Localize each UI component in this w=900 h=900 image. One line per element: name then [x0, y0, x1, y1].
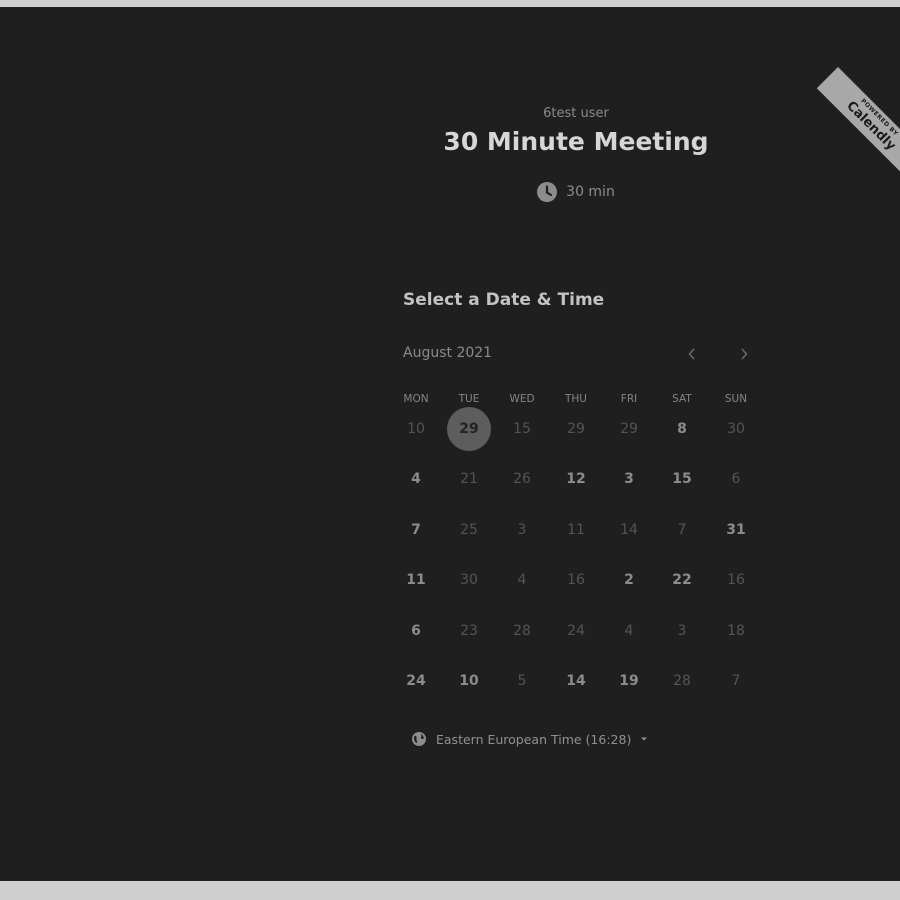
previous-month-button[interactable]	[679, 341, 705, 367]
chevron-left-icon	[687, 345, 697, 364]
calendar-day: 24	[567, 623, 585, 639]
booking-panel: POWERED BY Calendly 6test user 30 Minute…	[0, 7, 900, 881]
calendar-day: 28	[513, 623, 531, 639]
calendar-day: 15	[513, 421, 531, 437]
calendar-day: 10	[407, 421, 425, 437]
calendar-day: 3	[677, 623, 687, 639]
calendar-day[interactable]: 15	[660, 457, 704, 501]
calendar-day: 21	[460, 471, 478, 487]
calendar-day[interactable]: 24	[394, 659, 438, 703]
calendar-day[interactable]: 31	[714, 508, 758, 552]
calendar-day: 28	[673, 673, 691, 689]
weekday-label-tue: TUE	[458, 393, 480, 405]
next-month-button[interactable]	[731, 341, 757, 367]
calendar-day: 4	[517, 572, 527, 588]
weekday-label-wed: WED	[509, 393, 535, 405]
globe-icon	[411, 731, 427, 747]
calendar-day[interactable]: 11	[394, 558, 438, 602]
event-duration: 30 min	[476, 182, 676, 202]
calendar-day[interactable]: 7	[394, 508, 438, 552]
calendar-day[interactable]: 14	[554, 659, 598, 703]
calendar-day: 30	[460, 572, 478, 588]
calendar-day: 4	[624, 623, 634, 639]
calendar-day[interactable]: 2	[607, 558, 651, 602]
calendar-day: 5	[517, 673, 527, 689]
calendar-day: 7	[677, 522, 687, 538]
weekday-label-sun: SUN	[724, 393, 748, 405]
calendar-day: 18	[727, 623, 745, 639]
timezone-label: Eastern European Time (16:28)	[436, 731, 632, 747]
calendar-day[interactable]: 10	[447, 659, 491, 703]
calendar-day: 16	[567, 572, 585, 588]
event-title: 30 Minute Meeting	[443, 127, 709, 156]
calendar-day: 11	[567, 522, 585, 538]
calendar-day[interactable]: 3	[607, 457, 651, 501]
calendar-day: 30	[727, 421, 745, 437]
calendar-day[interactable]: 6	[394, 609, 438, 653]
calendar-day: 6	[731, 471, 741, 487]
calendar-day: 29	[567, 421, 585, 437]
calendar-day: 3	[517, 522, 527, 538]
month-label: August 2021	[403, 345, 493, 361]
selected-day[interactable]: 29	[447, 407, 491, 451]
calendar-day: 14	[620, 522, 638, 538]
caret-down-icon	[640, 736, 648, 742]
calendar-day: 26	[513, 471, 531, 487]
powered-by-calendly-badge[interactable]: POWERED BY Calendly	[816, 67, 900, 181]
calendar-day: 16	[727, 572, 745, 588]
weekday-label-mon: MON	[403, 393, 429, 405]
calendar-day: 7	[731, 673, 741, 689]
calendar-day[interactable]: 12	[554, 457, 598, 501]
calendar-day: 23	[460, 623, 478, 639]
host-name: 6test user	[543, 106, 609, 121]
duration-label: 30 min	[566, 184, 615, 200]
calendar-day[interactable]: 4	[394, 457, 438, 501]
weekday-label-fri: FRI	[620, 393, 638, 405]
calendar-day[interactable]: 8	[660, 407, 704, 451]
calendar-day: 29	[620, 421, 638, 437]
calendar-day: 25	[460, 522, 478, 538]
calendar-day[interactable]: 19	[607, 659, 651, 703]
weekday-label-thu: THU	[565, 393, 587, 405]
timezone-selector[interactable]: Eastern European Time (16:28)	[411, 731, 648, 747]
weekday-label-sat: SAT	[672, 393, 692, 405]
calendar-day[interactable]: 22	[660, 558, 704, 602]
chevron-right-icon	[739, 345, 749, 364]
select-date-time-heading: Select a Date & Time	[403, 290, 605, 310]
clock-icon	[537, 182, 558, 202]
